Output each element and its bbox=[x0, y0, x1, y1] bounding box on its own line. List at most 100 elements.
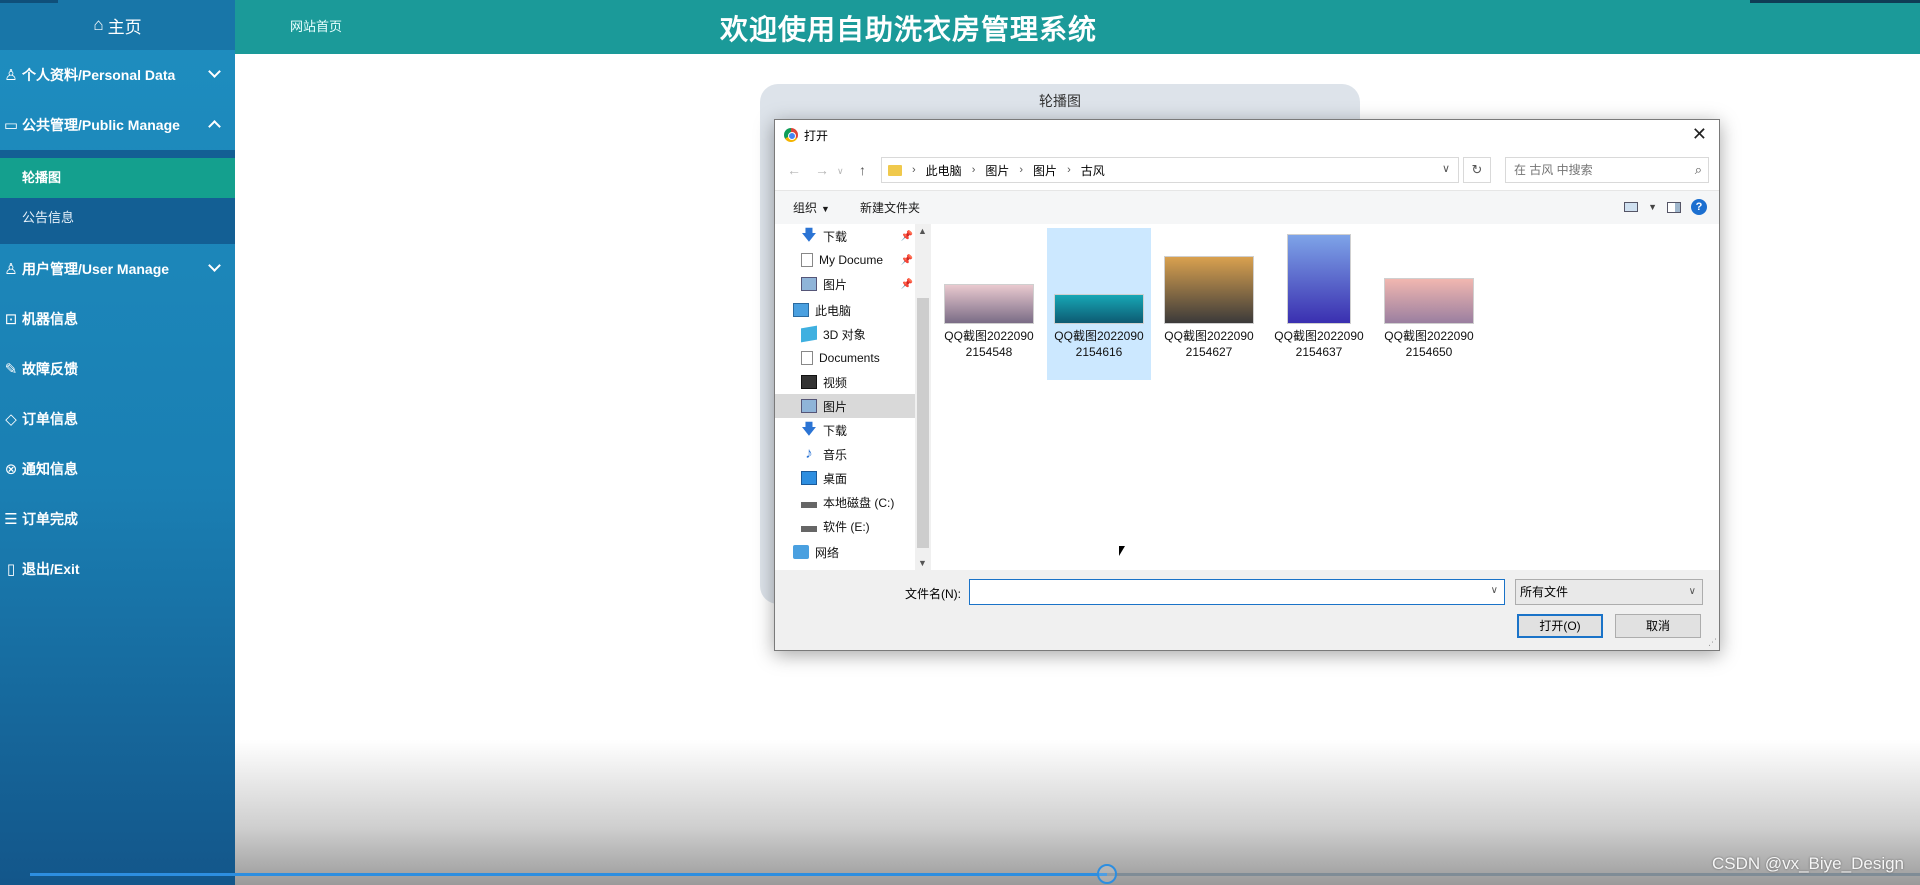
file-item[interactable]: QQ截图20220902154616 bbox=[1047, 228, 1151, 380]
breadcrumb-item[interactable]: 图片 bbox=[1033, 162, 1057, 179]
forward-arrow-icon[interactable]: → bbox=[815, 162, 829, 178]
breadcrumb-separator: › bbox=[971, 164, 976, 176]
tree-item[interactable]: 本地磁盘 (C:) bbox=[775, 490, 915, 514]
tree-item[interactable]: 视频 bbox=[775, 370, 915, 394]
dialog-bottom-bar: 文件名(N): ∨ 所有文件 ∨ 打开(O) 取消 ⋰ bbox=[775, 570, 1719, 650]
address-bar[interactable]: › 此电脑 › 图片 › 图片 › 古风 ∨ bbox=[881, 157, 1459, 183]
file-name: QQ截图20220902154637 bbox=[1274, 329, 1364, 359]
sidebar-item-notification[interactable]: ⊗ 通知信息 bbox=[0, 444, 235, 494]
tree-item[interactable]: 🡇 下载 📌 bbox=[775, 224, 915, 248]
nav-site-home-link[interactable]: 网站首页 bbox=[290, 16, 342, 35]
mouse-cursor-icon bbox=[1119, 546, 1125, 556]
close-icon[interactable]: ✕ bbox=[1692, 124, 1707, 145]
filename-label: 文件名(N): bbox=[905, 587, 961, 601]
sidebar-home-link[interactable]: ⌂ 主页 bbox=[0, 0, 235, 50]
view-mode-icon[interactable] bbox=[1624, 202, 1639, 212]
watermark: CSDN @vx_Biye_Design bbox=[1711, 854, 1904, 873]
tree-item[interactable]: 图片 📌 bbox=[775, 272, 915, 296]
user-icon: ♙ bbox=[4, 261, 18, 278]
file-item[interactable]: QQ截图20220902154627 bbox=[1157, 228, 1261, 380]
sidebar-item-order-complete[interactable]: ☰ 订单完成 bbox=[0, 494, 235, 544]
sidebar-item-order-info[interactable]: ◇ 订单信息 bbox=[0, 394, 235, 444]
video-progress-bar[interactable] bbox=[30, 864, 1920, 884]
sidebar-item-personal-data[interactable]: ♙ 个人资料/Personal Data bbox=[0, 50, 235, 100]
sidebar-subitem-announcement[interactable]: 公告信息 bbox=[0, 198, 235, 238]
search-box[interactable]: ⌕ bbox=[1505, 157, 1709, 183]
tree-item[interactable]: My Docume 📌 bbox=[775, 248, 915, 272]
resize-grip-icon[interactable]: ⋰ bbox=[1708, 637, 1717, 648]
video-progress-fill bbox=[30, 873, 1108, 876]
tree-item[interactable]: 网络 bbox=[775, 540, 915, 564]
sidebar-item-public-manage[interactable]: ▭ 公共管理/Public Manage bbox=[0, 100, 235, 150]
organize-button[interactable]: 组织 ▼ bbox=[793, 199, 830, 216]
sidebar-subitem-carousel[interactable]: 轮播图 bbox=[0, 158, 235, 198]
pin-icon: 📌 bbox=[900, 230, 913, 242]
help-icon[interactable]: ? bbox=[1691, 199, 1707, 215]
disk-icon bbox=[801, 526, 817, 532]
file-item[interactable]: QQ截图20220902154548 bbox=[937, 228, 1041, 380]
tree-item[interactable]: 🡇 下载 bbox=[775, 418, 915, 442]
tree-item-label: 软件 (E:) bbox=[823, 519, 870, 534]
down-arrow-icon: 🡇 bbox=[801, 227, 817, 244]
sidebar-item-machine-info[interactable]: ⊡ 机器信息 bbox=[0, 294, 235, 344]
desk-icon bbox=[801, 471, 817, 485]
scroll-down-icon[interactable]: ▼ bbox=[918, 558, 927, 568]
refresh-icon[interactable]: ↻ bbox=[1463, 157, 1491, 183]
back-arrow-icon[interactable]: ← bbox=[787, 162, 801, 178]
sidebar-item-exit[interactable]: ▯ 退出/Exit bbox=[0, 544, 235, 594]
tree-item-label: Documents bbox=[819, 351, 880, 365]
cancel-button[interactable]: 取消 bbox=[1615, 614, 1701, 638]
image-thumbnail bbox=[1054, 294, 1144, 324]
filename-field[interactable]: ∨ bbox=[969, 579, 1505, 605]
file-name: QQ截图20220902154650 bbox=[1384, 329, 1474, 359]
dialog-titlebar[interactable]: 打开 ✕ bbox=[775, 120, 1719, 150]
caret-down-icon[interactable]: ▼ bbox=[1648, 202, 1657, 212]
breadcrumb-item[interactable]: 图片 bbox=[985, 162, 1009, 179]
breadcrumb-item[interactable]: 此电脑 bbox=[926, 162, 962, 179]
file-item[interactable]: QQ截图20220902154637 bbox=[1267, 228, 1371, 380]
tree-scrollbar[interactable]: ▲ ▼ bbox=[915, 224, 931, 570]
scroll-up-icon[interactable]: ▲ bbox=[918, 226, 927, 236]
tree-item-label: 音乐 bbox=[823, 447, 848, 462]
organize-label: 组织 bbox=[793, 201, 818, 215]
image-thumbnail bbox=[1384, 278, 1474, 324]
tree-item[interactable]: ♪ 音乐 bbox=[775, 442, 915, 466]
open-button[interactable]: 打开(O) bbox=[1517, 614, 1603, 638]
chevron-down-icon[interactable]: ∨ bbox=[1491, 585, 1498, 596]
up-arrow-icon[interactable]: ↑ bbox=[859, 162, 866, 178]
down-arrow-icon: 🡇 bbox=[801, 421, 817, 438]
filename-input[interactable] bbox=[970, 580, 1470, 604]
image-thumbnail bbox=[944, 284, 1034, 324]
recent-chevron-icon[interactable]: ∨ bbox=[837, 166, 844, 177]
search-input[interactable] bbox=[1506, 158, 1676, 182]
user-card-icon: ♙ bbox=[4, 67, 18, 84]
sidebar-menu: ♙ 个人资料/Personal Data ▭ 公共管理/Public Manag… bbox=[0, 50, 235, 594]
tree-item[interactable]: 3D 对象 bbox=[775, 322, 915, 346]
tree-item[interactable]: 桌面 bbox=[775, 466, 915, 490]
doc-icon bbox=[801, 253, 813, 267]
tree-item[interactable]: 图片 bbox=[775, 394, 915, 418]
sidebar-item-fault-feedback[interactable]: ✎ 故障反馈 bbox=[0, 344, 235, 394]
file-item[interactable]: QQ截图20220902154650 bbox=[1377, 228, 1481, 380]
filetype-select[interactable]: 所有文件 ∨ bbox=[1515, 579, 1703, 605]
tree-item[interactable]: Documents bbox=[775, 346, 915, 370]
thumbnail-holder bbox=[1267, 228, 1371, 324]
sidebar-item-label: 用户管理/User Manage bbox=[22, 261, 170, 277]
new-folder-button[interactable]: 新建文件夹 bbox=[860, 199, 920, 216]
sidebar-home-accent bbox=[0, 0, 58, 3]
sidebar-item-label: 退出/Exit bbox=[22, 561, 80, 577]
tree-item[interactable]: 软件 (E:) bbox=[775, 514, 915, 538]
preview-pane-icon[interactable] bbox=[1667, 201, 1681, 213]
tree-item-label: 本地磁盘 (C:) bbox=[823, 495, 895, 510]
image-thumbnail bbox=[1164, 256, 1254, 324]
scroll-thumb[interactable] bbox=[917, 298, 929, 548]
sidebar-submenu-public-manage: 轮播图 公告信息 bbox=[0, 150, 235, 244]
breadcrumb-item[interactable]: 古风 bbox=[1081, 162, 1105, 179]
filetype-value: 所有文件 bbox=[1520, 585, 1569, 599]
file-name: QQ截图20220902154548 bbox=[944, 329, 1034, 359]
sidebar-item-user-manage[interactable]: ♙ 用户管理/User Manage bbox=[0, 244, 235, 294]
sidebar-item-label: 公共管理/Public Manage bbox=[22, 117, 180, 133]
thumbnail-holder bbox=[937, 228, 1041, 324]
chevron-down-icon[interactable]: ∨ bbox=[1442, 162, 1450, 175]
tree-item[interactable]: 此电脑 bbox=[775, 298, 915, 322]
